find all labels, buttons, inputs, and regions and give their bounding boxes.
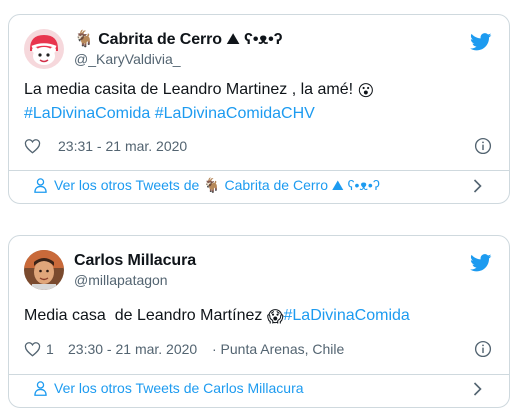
location: · Punta Arenas, Chile: [212, 341, 345, 357]
hashtag-link[interactable]: #LaDivinaComida: [24, 105, 150, 122]
avatar[interactable]: [24, 250, 64, 290]
info-icon[interactable]: [474, 340, 492, 358]
mountain-emoji: ⛰: [331, 177, 344, 193]
goat-emoji: 🐐: [203, 177, 221, 193]
footer-link-text: Ver los otros Tweets de 🐐 Cabrita de Cer…: [54, 177, 380, 193]
user-handle[interactable]: @millapatagon: [74, 271, 196, 289]
display-name[interactable]: Carlos Millacura: [74, 250, 196, 271]
tweet-author[interactable]: Carlos Millacura @millapatagon: [74, 250, 196, 289]
tweet-author[interactable]: 🐐 Cabrita de Cerro ⛰ ʕ•ᴥ•ʔ @_KaryValdivi…: [74, 29, 282, 68]
twitter-bird-icon[interactable]: [470, 254, 492, 272]
divider: [9, 170, 509, 171]
hashtag-link[interactable]: #LaDivinaComidaCHV: [155, 105, 315, 122]
twitter-bird-icon[interactable]: [470, 33, 492, 51]
user-handle[interactable]: @_KaryValdivia_: [74, 50, 282, 68]
avatar[interactable]: [24, 29, 64, 69]
display-name[interactable]: 🐐 Cabrita de Cerro ⛰ ʕ•ᴥ•ʔ: [74, 29, 282, 50]
timestamp[interactable]: 23:30 - 21 mar. 2020: [68, 341, 197, 357]
mountain-emoji: ⛰: [226, 31, 240, 48]
astonished-emoji: 😮: [357, 83, 375, 100]
chevron-right-icon: [473, 382, 482, 396]
tweet-meta: 23:31 - 21 mar. 2020: [24, 137, 494, 157]
tweet-meta: 1 23:30 - 21 mar. 2020 · Punta Arenas, C…: [24, 340, 494, 360]
tweet-card[interactable]: 🐐 Cabrita de Cerro ⛰ ʕ•ᴥ•ʔ @_KaryValdivi…: [8, 14, 510, 204]
info-icon[interactable]: [474, 137, 492, 155]
heart-icon[interactable]: [24, 138, 41, 154]
timestamp[interactable]: 23:31 - 21 mar. 2020: [58, 138, 187, 154]
person-icon: [34, 178, 47, 193]
tweet-text: La media casita de Leandro Martinez , la…: [24, 81, 375, 122]
hashtag-link[interactable]: #LaDivinaComida: [284, 307, 410, 324]
goat-emoji: 🐐: [74, 31, 94, 48]
tweet-text: Media casa de Leandro Martínez 😱#LaDivin…: [24, 305, 494, 329]
tweet-card[interactable]: Carlos Millacura @millapatagon Media cas…: [8, 235, 510, 408]
like-count: 1: [46, 341, 54, 357]
heart-icon[interactable]: [24, 341, 41, 357]
screaming-emoji: 😱: [266, 309, 284, 326]
tweet-header: 🐐 Cabrita de Cerro ⛰ ʕ•ᴥ•ʔ @_KaryValdivi…: [24, 27, 494, 71]
view-more-tweets-link[interactable]: Ver los otros Tweets de 🐐 Cabrita de Cer…: [24, 175, 494, 197]
divider: [9, 374, 509, 375]
tweet-header: Carlos Millacura @millapatagon: [24, 248, 494, 292]
person-icon: [34, 381, 47, 396]
footer-link-text: Ver los otros Tweets de Carlos Millacura: [54, 380, 304, 396]
bear-face-text: ʕ•ᴥ•ʔ: [244, 31, 283, 48]
view-more-tweets-link[interactable]: Ver los otros Tweets de Carlos Millacura: [24, 378, 494, 400]
chevron-right-icon: [473, 179, 482, 193]
